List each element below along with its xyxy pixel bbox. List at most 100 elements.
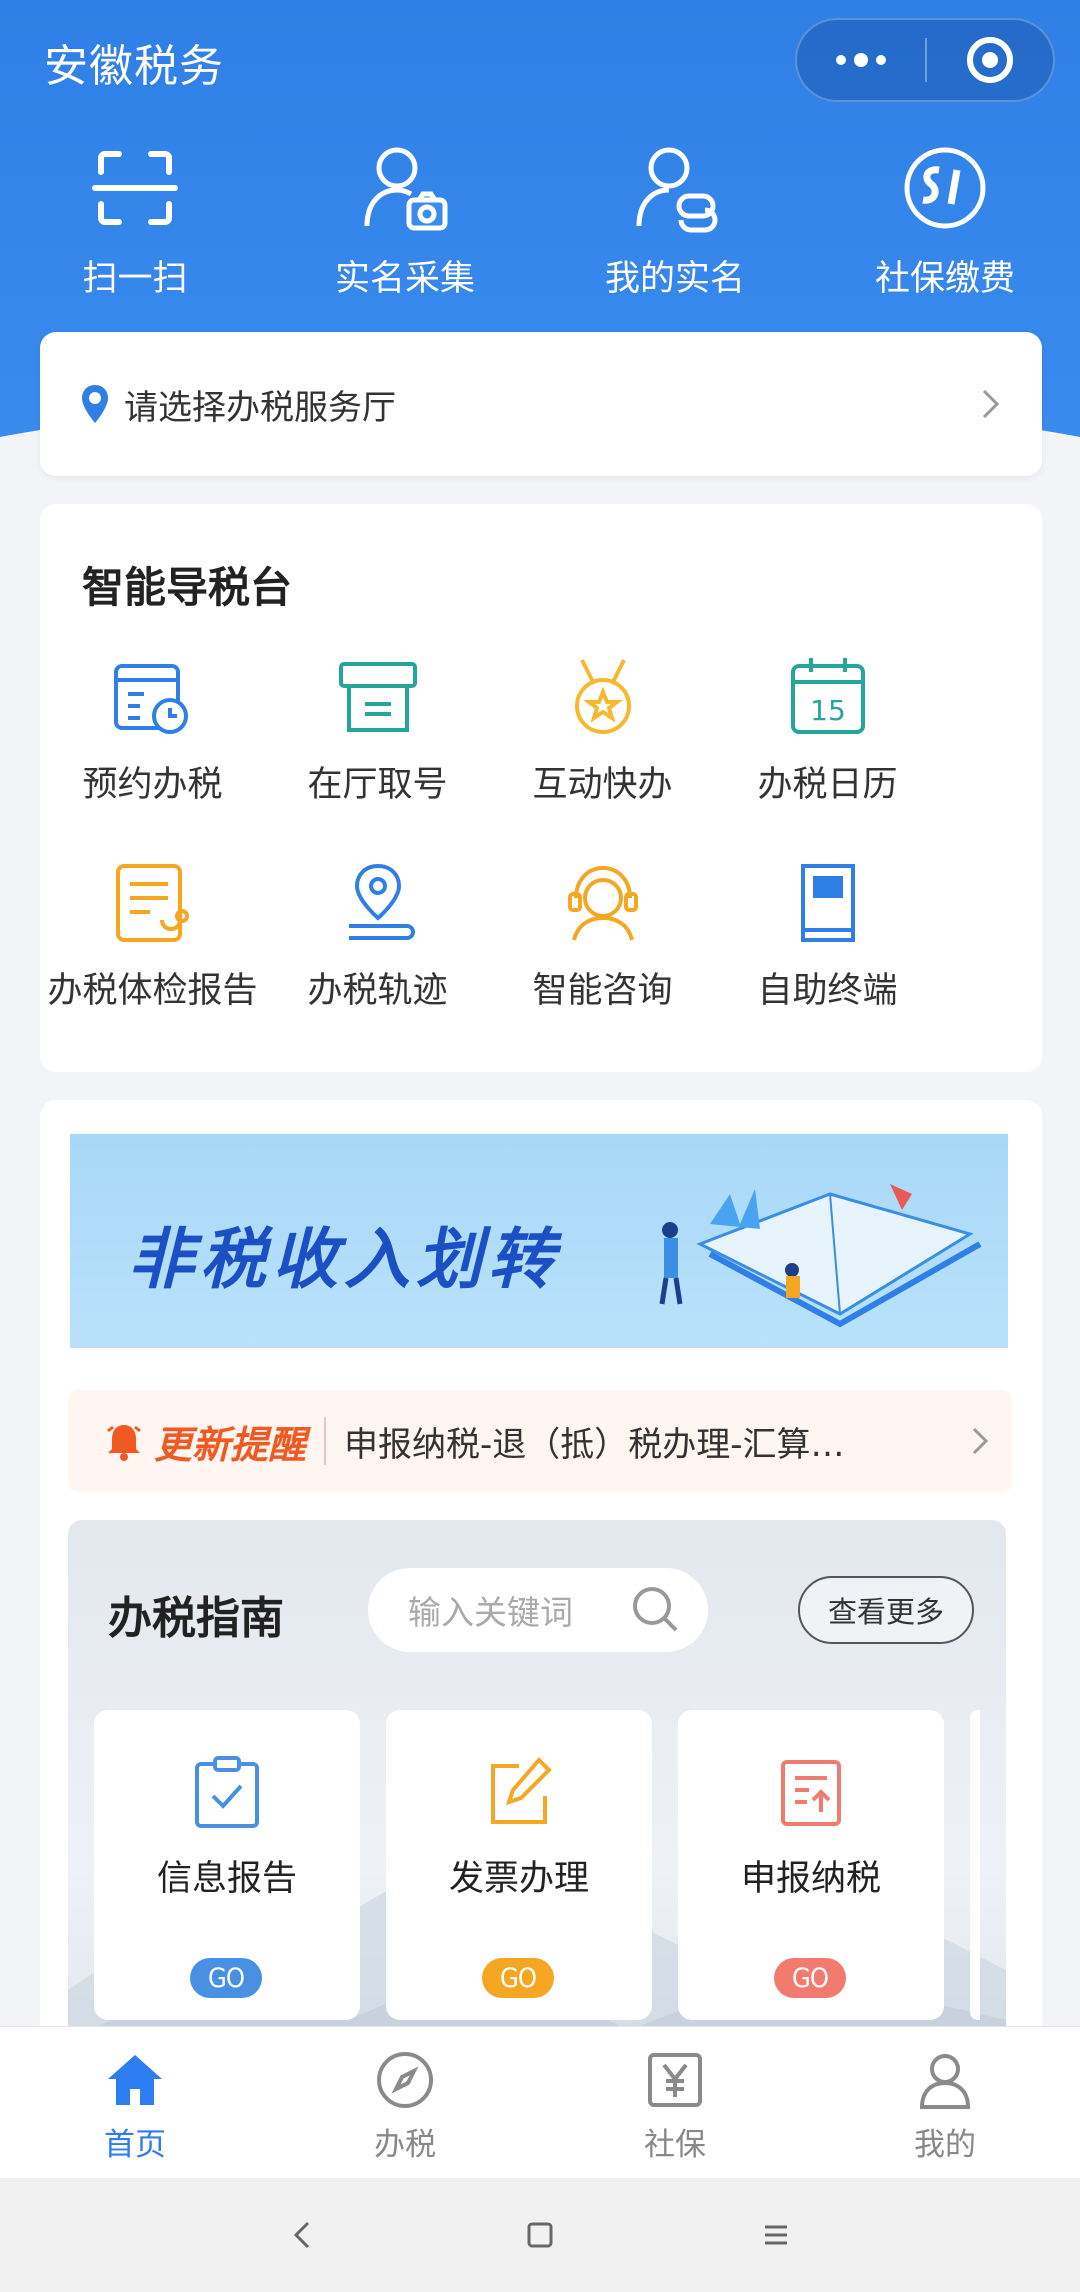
service-label: 信息报告 [156, 1859, 297, 1899]
quick-action-realname-collect[interactable]: 实名采集 [270, 140, 540, 301]
guide-item-track[interactable]: 办税轨迹 [265, 860, 490, 1066]
bottom-tab-bar: 首页 办税 社保 我的 [0, 2026, 1080, 2178]
service-declare[interactable]: 申报纳税 GO [678, 1710, 944, 2020]
report-icon [115, 864, 189, 942]
guide-item-label: 办税日历 [757, 765, 898, 805]
quick-action-my-realname[interactable]: 我的实名 [540, 140, 810, 301]
guide-item-label: 预约办税 [82, 765, 223, 805]
notice-divider [324, 1417, 327, 1465]
go-badge[interactable]: GO [774, 1958, 846, 1998]
guide-item-health-report[interactable]: 办税体检报告 [40, 860, 265, 1066]
menu-icon[interactable] [758, 2217, 794, 2253]
edit-icon [491, 1757, 552, 1824]
tab-label: 办税 [374, 2127, 436, 2163]
scan-icon [92, 151, 178, 225]
next-service-peek [970, 1710, 980, 2020]
document-upload-icon [781, 1760, 841, 1826]
home-icon [108, 2055, 162, 2105]
search-placeholder: 输入关键词 [408, 1593, 573, 1632]
quick-action-social-security[interactable]: 社保缴费 [810, 140, 1080, 301]
guide-item-label: 互动快办 [532, 765, 673, 805]
close-mini-program-button[interactable] [927, 20, 1053, 100]
guide-item-kiosk[interactable]: 自助终端 [715, 860, 940, 1066]
tab-social-security[interactable]: 社保 [540, 2027, 810, 2178]
calendar-clock-icon [113, 664, 188, 734]
kiosk-icon [800, 864, 855, 942]
update-notice[interactable]: 更新提醒 申报纳税-退（抵）税办理-汇算… [68, 1390, 1012, 1492]
tax-guide-search[interactable]: 输入关键词 [368, 1568, 708, 1652]
ticket-icon [338, 662, 417, 732]
quick-action-label: 扫一扫 [82, 259, 188, 299]
compass-icon [377, 2052, 433, 2108]
service-info-report[interactable]: 信息报告 GO [94, 1710, 360, 2020]
tab-home[interactable]: 首页 [0, 2027, 270, 2178]
social-security-icon [904, 147, 986, 229]
mini-program-capsule [795, 18, 1055, 102]
smart-guide-title: 智能导税台 [82, 563, 293, 612]
service-hall-selector[interactable]: 请选择办税服务厅 [40, 332, 1042, 476]
calendar-icon: 15 [790, 658, 865, 734]
chevron-right-icon [982, 389, 1000, 419]
yuan-icon [648, 2053, 702, 2107]
guide-item-calendar[interactable]: 15 办税日历 [715, 654, 940, 860]
notice-tag: 更新提醒 [154, 1422, 307, 1467]
user-icon [919, 2054, 971, 2109]
guide-services: 信息报告 GO 发票办理 GO 申报纳税 GO [94, 1710, 980, 2020]
service-hall-placeholder: 请选择办税服务厅 [124, 387, 396, 428]
guide-item-take-number[interactable]: 在厅取号 [265, 654, 490, 860]
guide-item-consult[interactable]: 智能咨询 [490, 860, 715, 1066]
target-icon [966, 37, 1013, 83]
dot-icon [876, 55, 886, 65]
service-invoice[interactable]: 发票办理 GO [386, 1710, 652, 2020]
user-camera-icon [364, 147, 448, 231]
service-label: 申报纳税 [740, 1859, 881, 1899]
guide-item-label: 在厅取号 [307, 765, 448, 805]
guide-item-appointment[interactable]: 预约办税 [40, 654, 265, 860]
quick-actions: 扫一扫 实名采集 我的实名 社保缴费 [0, 140, 1080, 301]
headset-icon [567, 865, 638, 941]
medal-icon [574, 659, 631, 734]
back-icon[interactable] [286, 2217, 322, 2253]
service-label: 发票办理 [448, 1859, 589, 1899]
more-menu-button[interactable] [797, 20, 925, 100]
smart-guide-grid: 预约办税 在厅取号 互动快办 15 办税日历 办税体检报告 办税轨迹 智能咨询 … [40, 654, 1042, 1066]
dot-icon [836, 55, 846, 65]
search-icon [633, 1587, 678, 1632]
promo-banner[interactable]: 非税收入划转 [70, 1134, 1008, 1348]
tab-label: 社保 [644, 2127, 706, 2163]
system-navigation-bar [0, 2178, 1080, 2292]
location-pin-icon [82, 385, 108, 423]
quick-action-label: 社保缴费 [874, 259, 1015, 299]
tax-guide-section: 办税指南 输入关键词 查看更多 信息报告 GO 发票办理 GO 申报纳税 GO [68, 1520, 1006, 2100]
map-pin-icon [348, 863, 415, 940]
quick-action-label: 实名采集 [334, 259, 475, 299]
home-square-icon[interactable] [522, 2217, 558, 2253]
tab-label: 首页 [104, 2127, 166, 2163]
guide-item-label: 智能咨询 [532, 971, 673, 1011]
chevron-right-icon [972, 1427, 989, 1455]
tax-guide-title: 办税指南 [108, 1593, 284, 1644]
tab-mine[interactable]: 我的 [810, 2027, 1080, 2178]
view-more-button[interactable]: 查看更多 [798, 1576, 974, 1644]
guide-item-label: 办税体检报告 [47, 971, 258, 1011]
guide-item-label: 办税轨迹 [307, 971, 448, 1011]
open-book-illustration [659, 1184, 982, 1328]
tab-label: 我的 [914, 2127, 976, 2163]
bell-icon [107, 1425, 141, 1461]
go-badge[interactable]: GO [190, 1958, 262, 1998]
guide-item-label: 自助终端 [757, 971, 898, 1011]
tab-tax[interactable]: 办税 [270, 2027, 540, 2178]
go-badge[interactable]: GO [482, 1958, 554, 1998]
svg-text:15: 15 [810, 694, 846, 727]
notice-message: 申报纳税-退（抵）税办理-汇算… [344, 1424, 845, 1465]
content-card: 非税收入划转 更新提醒 申报纳税-退（抵）税办理-汇算… 办税指南 输入关键词 … [40, 1100, 1042, 2100]
quick-action-label: 我的实名 [604, 259, 745, 299]
banner-text: 非税收入划转 [128, 1221, 560, 1298]
guide-item-interactive[interactable]: 互动快办 [490, 654, 715, 860]
quick-action-scan[interactable]: 扫一扫 [0, 140, 270, 301]
clipboard-check-icon [195, 1756, 259, 1828]
smart-guide-card: 智能导税台 预约办税 在厅取号 互动快办 15 办税日历 办税体检报告 办税轨迹… [40, 504, 1042, 1072]
user-card-icon [636, 147, 718, 233]
dot-icon [854, 53, 868, 67]
app-title: 安徽税务 [44, 41, 224, 92]
